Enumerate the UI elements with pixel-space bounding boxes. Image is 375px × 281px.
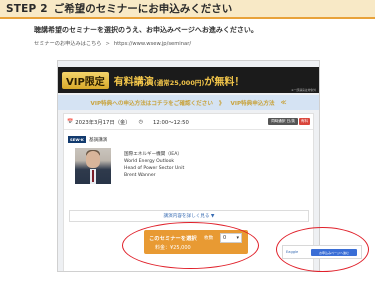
end-chevron-icon: ≪ <box>280 99 287 106</box>
vip-strip: VIP特典への申込方法はコチラをご確認ください 》 VIP特典申込方法 ≪ <box>58 95 319 110</box>
highlight-apply-annotation <box>276 227 369 272</box>
vip-caveat: ※一部講演は対象外 <box>291 88 316 92</box>
vip-banner[interactable]: VIP限定 有料講演(通常25,000円)が無料！ ※一部講演は対象外 <box>58 67 319 93</box>
highlight-select-annotation <box>122 222 259 269</box>
vip-headline: 有料講演(通常25,000円)が無料！ <box>114 73 245 88</box>
date-row: 📅 2023年3月17日（金） ◷ 12:00～12:50 同時通訳 日/英 有… <box>64 114 313 130</box>
interpretation-badge: 同時通訳 日/英 <box>268 118 298 125</box>
vip-badge: VIP限定 <box>62 71 109 89</box>
arrow-icon: > <box>105 40 110 47</box>
speaker-info: 国際エネルギー機関（IEA） World Energy Outlook Head… <box>124 151 184 179</box>
details-button[interactable]: 講演内容を詳しく見る ▼ <box>69 210 309 222</box>
speaker-name: Brent Wanner <box>124 173 156 178</box>
calendar-icon: 📅 <box>67 118 74 125</box>
url-intro: セミナーのお申込みはこちら <box>34 41 102 47</box>
paid-badge: 有料 <box>298 118 310 125</box>
speaker-role: Head of Power Sector Unit <box>124 166 185 171</box>
url-line: セミナーのお申込みはこちら > https://www.wsew.jp/semi… <box>34 40 191 48</box>
session-type: 基調講演 <box>88 137 108 143</box>
speaker-publication: World Energy Outlook <box>124 159 175 164</box>
step-header: STEP 2 ご希望のセミナーにお申込みください <box>0 0 375 19</box>
seminar-time: 12:00～12:50 <box>152 119 189 126</box>
speaker-face <box>86 151 100 168</box>
step-title: ご希望のセミナーにお申込みください <box>53 3 233 15</box>
vip-headline-suffix: が無料！ <box>204 76 245 88</box>
speaker-photo <box>75 148 111 184</box>
instruction-text: 聴講希望のセミナーを選択のうえ、お申込みページへお進みください。 <box>34 26 258 34</box>
seminar-date: 2023年3月17日（金） <box>75 119 131 126</box>
speaker-org: 国際エネルギー機関（IEA） <box>124 152 182 157</box>
speaker-tie <box>92 170 94 182</box>
vip-headline-main: 有料講演 <box>113 76 154 88</box>
step-label: STEP 2 <box>6 2 48 15</box>
clock-icon: ◷ <box>138 118 143 125</box>
seminar-url-link[interactable]: https://www.wsew.jp/seminar/ <box>114 41 191 47</box>
sewk-logo: SEW-K <box>68 136 86 143</box>
vip-apply-method-link[interactable]: VIP特典申込方法 <box>231 99 275 107</box>
vip-how-to-apply-link[interactable]: VIP特典への申込方法はコチラをご確認ください <box>91 99 213 107</box>
seminar-brand: SEW-K 基調講演 <box>68 136 107 143</box>
vip-price-note: (通常25,000円) <box>153 78 205 87</box>
separator-icon: 》 <box>218 100 225 107</box>
